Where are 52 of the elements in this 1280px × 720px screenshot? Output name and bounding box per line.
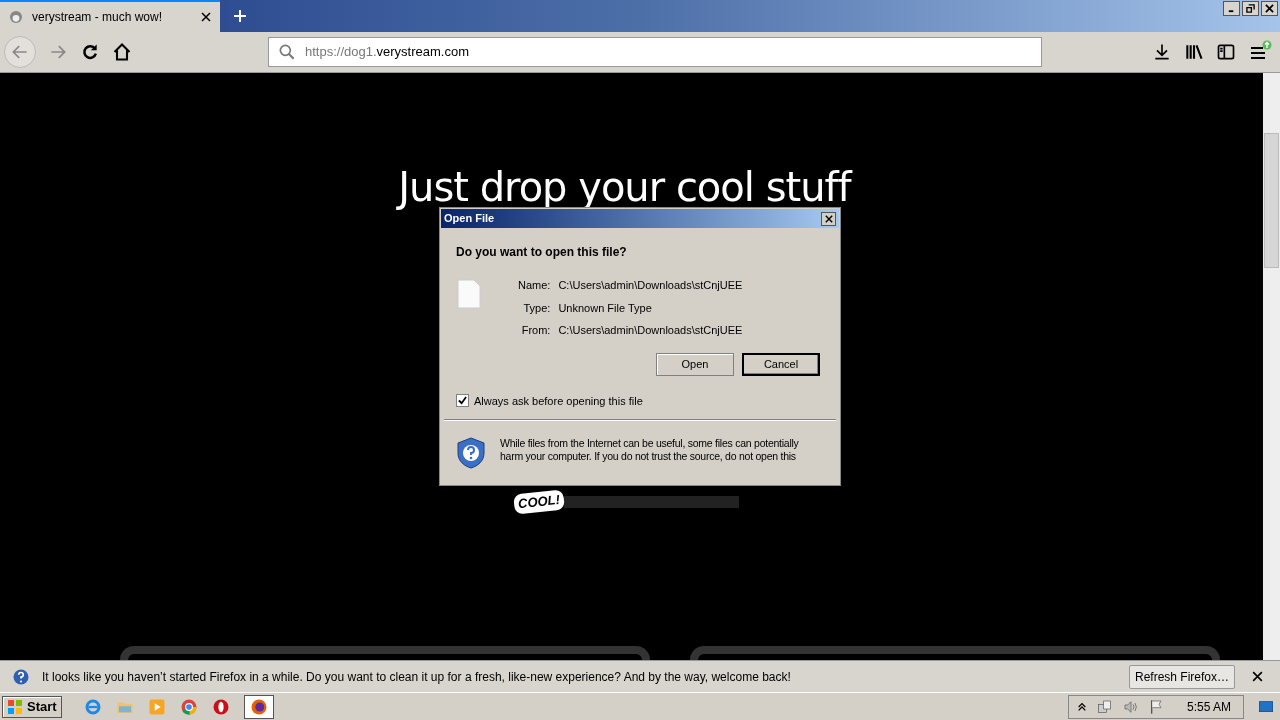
scrollbar[interactable] xyxy=(1263,73,1280,660)
restore-button[interactable] xyxy=(1242,1,1259,16)
windows-logo-icon xyxy=(7,698,23,715)
checkbox-label: Always ask before opening this file xyxy=(474,393,643,409)
shield-icon xyxy=(456,437,486,469)
opera-icon[interactable] xyxy=(211,697,230,716)
desktop-icon[interactable] xyxy=(1258,698,1274,715)
plus-icon[interactable] xyxy=(232,8,248,24)
field-label: Name: xyxy=(518,278,551,293)
field-label: Type: xyxy=(522,300,551,316)
field-label: From: xyxy=(520,323,551,338)
restore-icon xyxy=(1246,4,1255,13)
speaker-icon[interactable] xyxy=(1122,698,1139,715)
sidebar-icon[interactable] xyxy=(1216,42,1236,62)
home-icon[interactable] xyxy=(112,42,132,62)
checkbox[interactable] xyxy=(456,394,469,408)
url-text: https://dog1.verystream.com xyxy=(305,43,470,62)
close-icon[interactable] xyxy=(1251,670,1264,683)
dialog-question: Do you want to open this file? xyxy=(456,244,628,261)
tab-title: verystream - much wow! xyxy=(32,9,164,26)
close-button[interactable] xyxy=(821,211,836,226)
search-icon xyxy=(277,42,297,62)
flag-icon[interactable] xyxy=(1148,698,1165,715)
firefox-icon xyxy=(249,697,268,716)
close-icon xyxy=(1265,4,1274,13)
browser-tab[interactable]: verystream - much wow! xyxy=(0,0,220,32)
address-bar[interactable]: https://dog1.verystream.com xyxy=(268,37,1042,67)
cool-logo: COOL! xyxy=(513,489,565,515)
dialog-button[interactable]: Open xyxy=(656,352,734,376)
minimize-button[interactable] xyxy=(1223,1,1240,16)
reload-icon[interactable] xyxy=(80,42,100,62)
dialog-button[interactable]: Cancel xyxy=(742,352,820,376)
close-icon[interactable] xyxy=(200,11,212,23)
help-icon xyxy=(12,667,30,686)
chrome-icon[interactable] xyxy=(179,697,198,716)
notification-text: It looks like you haven’t started Firefox in a while. Do you want to clean it up for a fresh, like-new experience? And by the way, welcome back! xyxy=(42,668,791,686)
field-value: C:\Users\admin\Downloads\stCnjUEE xyxy=(558,323,743,338)
start-button[interactable]: Start xyxy=(2,695,62,718)
firefox-taskbar-button[interactable] xyxy=(243,694,274,719)
close-button[interactable] xyxy=(1261,1,1278,16)
refresh-button[interactable]: Refresh Firefox… xyxy=(1128,664,1235,689)
chevron-up-icon[interactable] xyxy=(1076,701,1087,712)
field-value: C:\Users\admin\Downloads\stCnjUEE xyxy=(558,278,743,293)
library-icon[interactable] xyxy=(1184,42,1204,62)
clock[interactable]: 5:55 AM xyxy=(1186,697,1231,716)
file-icon xyxy=(456,279,482,309)
network-icon[interactable] xyxy=(1096,698,1113,715)
download-icon[interactable] xyxy=(1152,42,1172,62)
close-icon xyxy=(824,214,833,223)
dialog-title: Open File xyxy=(444,211,496,227)
warning-text: While files from the Internet can be useful, some files can potentially harm your computer. If you do not trust the source, do not open this xyxy=(500,437,800,464)
field-value: Unknown File Type xyxy=(558,300,653,316)
